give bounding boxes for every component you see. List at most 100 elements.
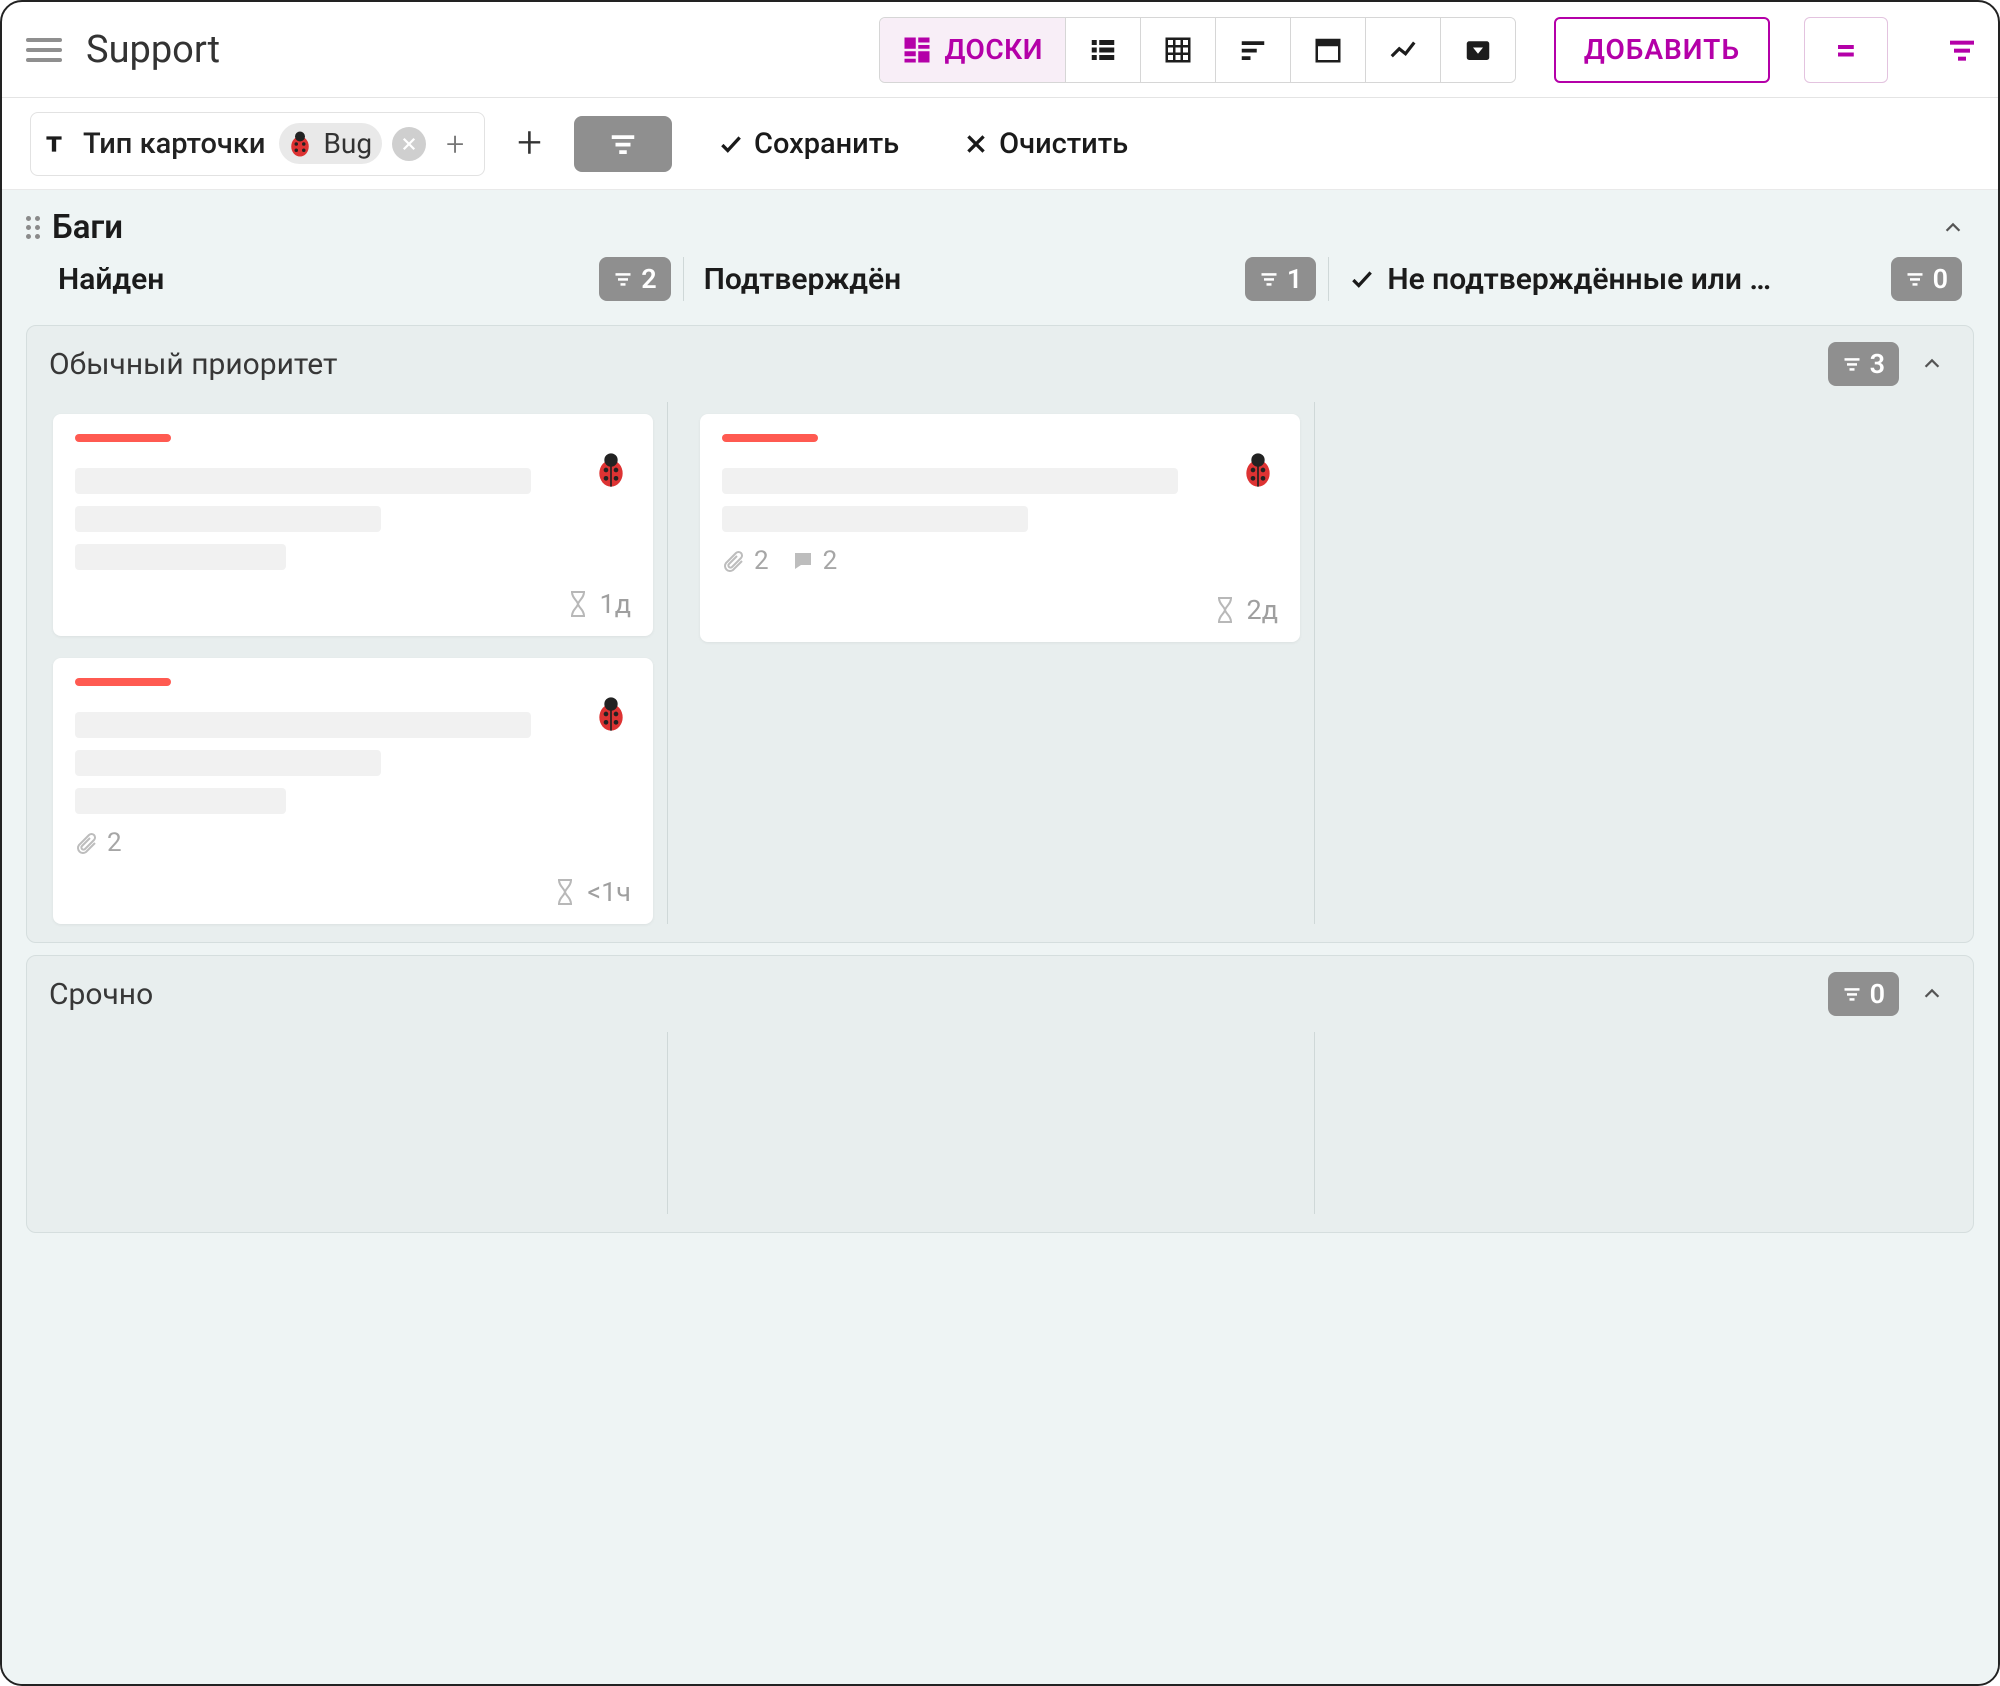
swimlane: Обычный приоритет 3 1д xyxy=(26,325,1974,943)
swimlane-column[interactable] xyxy=(1333,402,1961,924)
swimlane-count: 3 xyxy=(1870,348,1885,380)
add-filter-button[interactable]: + xyxy=(499,116,560,172)
card-time: 2д xyxy=(722,594,1278,626)
archive-icon xyxy=(1463,35,1493,65)
swimlane-column[interactable]: 22 2д xyxy=(686,402,1315,924)
filter-icon xyxy=(608,129,638,159)
app-header: Support ДОСКИ xyxy=(2,2,1998,98)
drag-handle-icon[interactable] xyxy=(26,216,40,239)
chip-card-type-value[interactable]: Bug xyxy=(279,123,382,164)
card[interactable]: 1д xyxy=(53,414,653,636)
close-icon xyxy=(400,135,418,153)
chip-card-type-label: Тип карточки xyxy=(77,127,269,161)
swimlane-count-pill[interactable]: 0 xyxy=(1828,972,1899,1016)
global-filter-button[interactable] xyxy=(1934,17,1990,83)
view-list-button[interactable] xyxy=(1065,18,1140,82)
card-text-placeholder xyxy=(75,788,286,814)
view-calendar-button[interactable] xyxy=(1290,18,1365,82)
chevron-up-icon xyxy=(1921,353,1943,375)
priority-stripe xyxy=(75,434,171,442)
view-archive-button[interactable] xyxy=(1440,18,1515,82)
column-header[interactable]: Не подтверждённые или … 0 xyxy=(1349,257,1974,301)
bug-icon xyxy=(591,450,631,490)
column-label: Найден xyxy=(58,262,587,297)
attachment-icon xyxy=(722,549,746,573)
timeline-icon xyxy=(1238,35,1268,65)
menu-icon[interactable] xyxy=(24,32,64,68)
swimlane-column[interactable] xyxy=(686,1032,1315,1214)
text-type-icon xyxy=(41,131,67,157)
card-attachments: 2 xyxy=(75,828,122,858)
column-label: Не подтверждённые или … xyxy=(1387,262,1878,297)
grid-icon xyxy=(1163,35,1193,65)
filter-icon xyxy=(1905,269,1925,289)
calendar-icon xyxy=(1313,35,1343,65)
column-count: 2 xyxy=(641,263,656,295)
card-meta: 22 xyxy=(722,546,1278,576)
check-icon xyxy=(718,131,744,157)
swimlane-header[interactable]: Обычный приоритет 3 xyxy=(27,326,1973,402)
column-count-pill[interactable]: 2 xyxy=(599,257,670,301)
view-grid-button[interactable] xyxy=(1140,18,1215,82)
filter-bar: Тип карточки Bug + + Сохранить Очистить xyxy=(2,98,1998,190)
add-button-label: ДОБАВИТЬ xyxy=(1584,33,1740,66)
filter-icon xyxy=(1842,354,1862,374)
equals-icon: = xyxy=(1836,29,1857,71)
clear-filter-button[interactable]: Очистить xyxy=(945,127,1146,161)
section-title: Баги xyxy=(52,208,123,247)
swimlane-header[interactable]: Срочно 0 xyxy=(27,956,1973,1032)
hourglass-icon xyxy=(1213,595,1237,625)
column-header[interactable]: Подтверждён 1 xyxy=(704,257,1330,301)
swimlane: Срочно 0 xyxy=(26,955,1974,1233)
board-section-header: Баги xyxy=(2,190,1998,257)
swimlane-count-pill[interactable]: 3 xyxy=(1828,342,1899,386)
save-filter-button[interactable]: Сохранить xyxy=(700,127,917,161)
column-count: 1 xyxy=(1287,263,1302,295)
secondary-menu-button[interactable]: = xyxy=(1804,17,1888,83)
swimlane-count: 0 xyxy=(1870,978,1885,1010)
card-attachments: 2 xyxy=(722,546,769,576)
card-text-placeholder xyxy=(75,712,531,738)
priority-stripe xyxy=(75,678,171,686)
save-filter-label: Сохранить xyxy=(754,127,899,161)
bug-icon xyxy=(285,129,315,159)
list-icon xyxy=(1088,35,1118,65)
swimlane-title: Срочно xyxy=(49,977,1814,1012)
swimlane-body: 1д 2 <1ч 22 xyxy=(27,402,1973,942)
boards-icon xyxy=(902,35,932,65)
active-filter-pill[interactable] xyxy=(574,116,672,172)
clear-filter-label: Очистить xyxy=(999,127,1128,161)
check-icon xyxy=(1349,266,1375,292)
swimlane-collapse-button[interactable] xyxy=(1913,345,1951,383)
swimlane-collapse-button[interactable] xyxy=(1913,975,1951,1013)
filter-icon xyxy=(1259,269,1279,289)
view-chart-button[interactable] xyxy=(1365,18,1440,82)
swimlane-column[interactable]: 1д 2 <1ч xyxy=(39,402,668,924)
comment-icon xyxy=(791,549,815,573)
card-text-placeholder xyxy=(75,506,381,532)
hourglass-icon xyxy=(553,877,577,907)
filter-chip-card-type[interactable]: Тип карточки Bug + xyxy=(30,112,485,176)
filter-icon xyxy=(1946,34,1978,66)
view-timeline-button[interactable] xyxy=(1215,18,1290,82)
card[interactable]: 22 2д xyxy=(700,414,1300,642)
swimlane-column[interactable] xyxy=(1333,1032,1961,1214)
view-boards-label: ДОСКИ xyxy=(944,33,1042,66)
chevron-up-icon xyxy=(1921,983,1943,1005)
section-collapse-button[interactable] xyxy=(1934,209,1972,247)
add-button[interactable]: ДОБАВИТЬ xyxy=(1554,17,1770,83)
column-header[interactable]: Найден 2 xyxy=(58,257,684,301)
chip-remove-button[interactable] xyxy=(392,127,426,161)
card-time: 1д xyxy=(75,588,631,620)
card-text-placeholder xyxy=(722,468,1178,494)
column-label: Подтверждён xyxy=(704,262,1233,297)
column-count-pill[interactable]: 1 xyxy=(1245,257,1316,301)
column-count-pill[interactable]: 0 xyxy=(1891,257,1962,301)
chip-add-value-button[interactable]: + xyxy=(436,125,474,163)
view-boards-button[interactable]: ДОСКИ xyxy=(880,18,1064,82)
bug-icon xyxy=(1238,450,1278,490)
swimlane-column[interactable] xyxy=(39,1032,668,1214)
card-comments: 2 xyxy=(791,546,838,576)
card[interactable]: 2 <1ч xyxy=(53,658,653,924)
swimlane-title: Обычный приоритет xyxy=(49,347,1814,382)
